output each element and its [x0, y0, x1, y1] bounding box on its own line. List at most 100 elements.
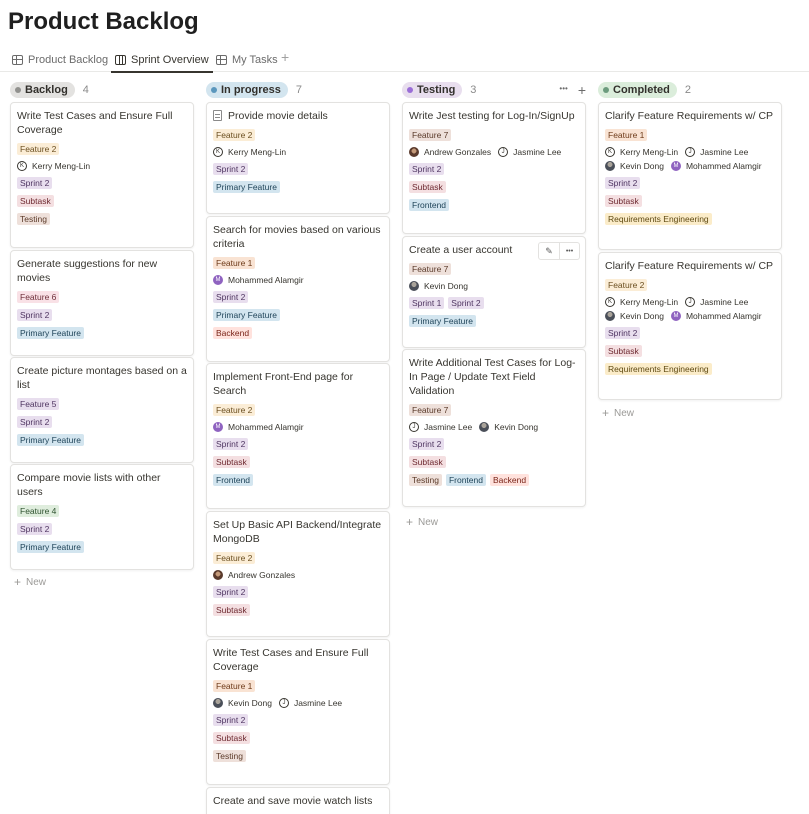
card-title: Implement Front-End page for Search: [213, 371, 354, 397]
column-actions: ••• +: [559, 83, 590, 97]
assignee: Kevin Dong: [605, 161, 664, 171]
task-card[interactable]: Set Up Basic API Backend/Integrate Mongo…: [206, 511, 390, 637]
avatar: [409, 147, 419, 157]
more-options-icon[interactable]: •••: [559, 84, 567, 96]
tag: Feature 6: [17, 291, 60, 303]
card-title: Write Jest testing for Log-In/SignUp: [409, 110, 575, 122]
table-icon: [216, 55, 227, 65]
new-label: New: [418, 516, 439, 528]
new-card-button[interactable]: + New: [406, 515, 438, 529]
tag: Primary Feature: [409, 315, 476, 327]
tag: Backend: [213, 327, 253, 339]
tag: Feature 2: [213, 129, 256, 141]
tag-row: Feature 2: [213, 552, 383, 564]
task-card[interactable]: Write Test Cases and Ensure Full Coverag…: [10, 102, 194, 248]
assignee-name: Jasmine Lee: [293, 698, 343, 708]
avatar: J: [498, 147, 509, 157]
tag-row: Subtask: [409, 181, 579, 193]
assignee: K Kerry Meng-Lin: [605, 147, 678, 157]
tag-row: Sprint 2: [213, 163, 383, 175]
column-count: 3: [470, 84, 477, 96]
assignee: Kevin Dong: [605, 311, 664, 321]
tag: Primary Feature: [17, 541, 84, 553]
avatar: [213, 570, 223, 580]
column-status-pill[interactable]: Completed: [598, 82, 677, 98]
task-card[interactable]: Write Additional Test Cases for Log-In P…: [402, 349, 586, 507]
task-card[interactable]: Generate suggestions for new movies Featu…: [10, 250, 194, 356]
task-card[interactable]: Search for movies based on various crite…: [206, 216, 390, 362]
tag: Testing: [213, 750, 246, 762]
task-card[interactable]: Provide movie details Feature 2 K Kerry Men…: [206, 102, 390, 214]
task-card[interactable]: Write Jest testing for Log-In/SignUp Feat…: [402, 102, 586, 234]
column-status-pill[interactable]: In progress: [206, 82, 288, 98]
assignee-name: Kevin Dong: [424, 281, 468, 291]
assignee: J Jasmine Lee: [685, 297, 748, 307]
assignees: K Kerry Meng-Lin J Jasmine Lee Kevin Dong M Mo…: [605, 147, 775, 171]
assignee: Kevin Dong: [213, 698, 272, 708]
assignee: M Mohammed Alamgir: [213, 422, 304, 432]
plus-icon: +: [14, 575, 22, 589]
assignees: J Jasmine Lee Kevin Dong: [409, 422, 579, 432]
plus-icon: +: [602, 406, 610, 420]
avatar: [409, 281, 419, 291]
column-count: 4: [82, 84, 89, 96]
tag-row: Feature 1: [213, 680, 383, 692]
task-card[interactable]: Compare movie lists with other users Feat…: [10, 464, 194, 570]
tag: Sprint 2: [448, 297, 484, 309]
tag-row: Sprint 2: [17, 177, 187, 189]
page-title: Product Backlog: [8, 8, 199, 35]
task-card[interactable]: Create picture montages based on a list F…: [10, 357, 194, 463]
task-card[interactable]: Create and save movie watch lists: [206, 787, 390, 814]
card-title: Create and save movie watch lists: [213, 795, 373, 807]
column-status-pill[interactable]: Backlog: [10, 82, 75, 98]
tag: Feature 1: [213, 257, 256, 269]
task-card[interactable]: Clarify Feature Requirements w/ CP Featur…: [598, 102, 782, 250]
task-card[interactable]: Create a user account ✎ ••• Feature 7 Kevin …: [402, 236, 586, 348]
tag: Feature 2: [213, 552, 256, 564]
more-options-icon[interactable]: •••: [559, 243, 579, 259]
tab-my-tasks[interactable]: My Tasks: [212, 48, 282, 72]
edit-icon[interactable]: ✎: [539, 243, 559, 259]
tag: Subtask: [213, 732, 250, 744]
add-view-button[interactable]: +: [281, 50, 289, 64]
column-status-pill[interactable]: Testing: [402, 82, 463, 98]
tag-row: Testing: [213, 750, 383, 762]
avatar: J: [685, 147, 696, 157]
tag-row: Frontend: [409, 199, 579, 211]
task-card[interactable]: Clarify Feature Requirements w/ CP Featur…: [598, 252, 782, 400]
tag: Feature 1: [605, 129, 648, 141]
add-card-icon[interactable]: +: [578, 83, 586, 97]
tab-sprint-overview[interactable]: Sprint Overview: [111, 48, 213, 73]
new-card-button[interactable]: + New: [602, 406, 634, 420]
avatar: [605, 311, 615, 321]
tag: Primary Feature: [213, 309, 280, 321]
new-card-button[interactable]: + New: [14, 575, 46, 589]
card-title: Clarify Feature Requirements w/ CP: [605, 110, 774, 122]
tag-row: Feature 7: [409, 263, 579, 275]
assignee-name: Mohammed Alamgir: [685, 311, 762, 321]
tag-row: Backend: [213, 327, 383, 339]
new-label: New: [614, 407, 635, 419]
column-header: Backlog 4: [10, 80, 198, 100]
task-card[interactable]: Implement Front-End page for Search Featu…: [206, 363, 390, 509]
assignee: J Jasmine Lee: [498, 147, 561, 157]
assignees: Kevin Dong J Jasmine Lee: [213, 698, 383, 708]
card-title: Write Test Cases and Ensure Full Coverag…: [213, 647, 369, 673]
tag: Primary Feature: [17, 327, 84, 339]
card-title-text: Provide movie details: [228, 110, 328, 122]
tag: Subtask: [213, 604, 250, 616]
column-header: Completed 2: [598, 80, 786, 100]
assignee-name: Kevin Dong: [620, 161, 664, 171]
card-hover-tools: ✎ •••: [538, 242, 580, 260]
tag-row: Sprint 2: [605, 177, 775, 189]
card-title: Search for movies based on various crite…: [213, 224, 381, 250]
assignee: K Kerry Meng-Lin: [17, 161, 90, 171]
tag-row: Sprint 2: [213, 291, 383, 303]
tag: Sprint 2: [409, 163, 445, 175]
assignee-name: Kerry Meng-Lin: [228, 147, 287, 157]
tab-product-backlog[interactable]: Product Backlog: [8, 48, 112, 72]
task-card[interactable]: Write Test Cases and Ensure Full Coverag…: [206, 639, 390, 785]
tag: Feature 2: [605, 279, 648, 291]
avatar: M: [213, 275, 223, 285]
board-icon: [115, 54, 126, 65]
